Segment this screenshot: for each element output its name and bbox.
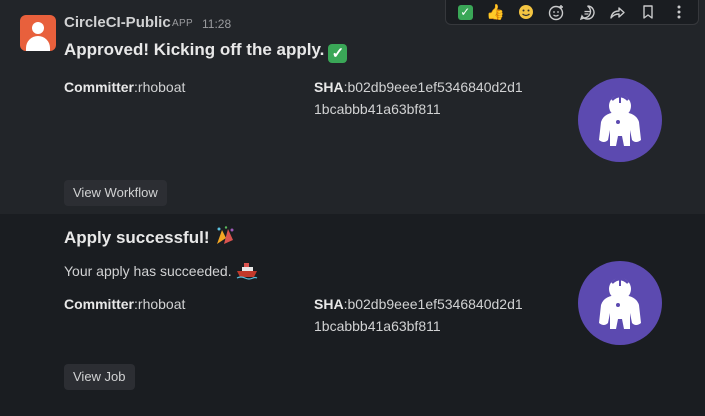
circleci-robot-image bbox=[578, 78, 662, 162]
committer-value-2: :rhoboat bbox=[134, 296, 186, 312]
committer-label: Committer bbox=[64, 79, 135, 95]
message-title-text: Approved! Kicking off the apply. bbox=[64, 40, 325, 59]
app-badge: APP bbox=[172, 18, 193, 29]
sha-field: SHA:b02db9eee1ef5346840d2d1 1bcabbb41a63… bbox=[314, 76, 554, 120]
circleci-robot-image-2 bbox=[578, 261, 662, 345]
sha-value-2: :b02db9eee1ef5346840d2d1 1bcabbb41a63bf8… bbox=[314, 296, 523, 334]
committer-field: Committer:rhoboat bbox=[64, 76, 185, 98]
description-text: Your apply has succeeded. bbox=[64, 263, 232, 279]
smile-reaction-button[interactable] bbox=[514, 1, 538, 23]
message-2-title-text: Apply successful! bbox=[64, 228, 210, 247]
bookmark-icon bbox=[643, 5, 653, 19]
committer-label-2: Committer bbox=[64, 296, 135, 312]
share-icon bbox=[610, 6, 625, 19]
reply-in-thread-icon bbox=[579, 4, 595, 20]
committer-field-2: Committer:rhoboat bbox=[64, 293, 185, 315]
view-workflow-button[interactable]: View Workflow bbox=[64, 180, 167, 206]
share-button[interactable] bbox=[606, 1, 630, 23]
message-description: Your apply has succeeded. bbox=[64, 260, 258, 280]
sender-name[interactable]: CircleCI-Public bbox=[64, 14, 171, 31]
ship-icon bbox=[236, 260, 258, 280]
message-2-title: Apply successful! bbox=[64, 226, 236, 248]
confetti-icon bbox=[214, 226, 236, 246]
add-reaction-icon bbox=[549, 4, 564, 20]
timestamp[interactable]: 11:28 bbox=[202, 17, 231, 31]
message-title: Approved! Kicking off the apply. ✓ bbox=[64, 40, 348, 63]
check-mark-icon: ✓ bbox=[457, 4, 473, 20]
add-reaction-button[interactable] bbox=[545, 1, 569, 23]
reply-in-thread-button[interactable] bbox=[575, 1, 599, 23]
sha-label: SHA bbox=[314, 79, 344, 95]
bookmark-button[interactable] bbox=[636, 1, 660, 23]
message-actions-toolbar: ✓ 👍 bbox=[445, 0, 699, 25]
sha-label-2: SHA bbox=[314, 296, 344, 312]
more-actions-button[interactable] bbox=[667, 1, 691, 23]
committer-value: :rhoboat bbox=[134, 79, 186, 95]
smile-emoji-icon bbox=[519, 5, 534, 19]
thumbs-up-icon: 👍 bbox=[486, 4, 506, 21]
sha-field-2: SHA:b02db9eee1ef5346840d2d1 1bcabbb41a63… bbox=[314, 293, 554, 337]
sha-value: :b02db9eee1ef5346840d2d1 1bcabbb41a63bf8… bbox=[314, 79, 523, 117]
thumbs-up-reaction-button[interactable]: 👍 bbox=[484, 1, 508, 23]
check-emoji-reaction-button[interactable]: ✓ bbox=[453, 1, 477, 23]
more-actions-icon bbox=[677, 5, 681, 19]
view-job-button[interactable]: View Job bbox=[64, 364, 135, 390]
user-avatar[interactable] bbox=[20, 15, 56, 51]
check-mark-icon: ✓ bbox=[328, 44, 348, 63]
